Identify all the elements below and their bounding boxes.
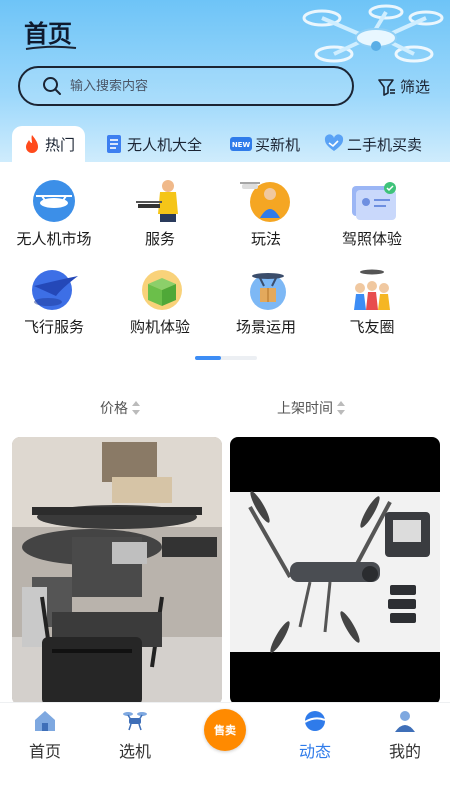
purchase-box-icon [142, 270, 182, 310]
profile-icon [395, 711, 415, 732]
sort-price-label: 价格 [100, 401, 128, 417]
tabbar-select-drone[interactable]: 选机 [100, 708, 170, 762]
category-label: 飞行服务 [23, 318, 84, 336]
category-purchase[interactable]: 购机体验 [110, 266, 210, 337]
fire-icon [26, 135, 38, 153]
tabbar-label: 动态 [298, 742, 331, 761]
service-worker-icon [136, 180, 178, 222]
page-title: 首页 [24, 20, 72, 48]
search-icon [43, 77, 61, 95]
sort-price-button[interactable]: 价格 [100, 398, 141, 418]
tabbar-label: 选机 [118, 742, 151, 761]
search-input[interactable] [70, 78, 320, 94]
tabbar-feed[interactable]: 动态 [280, 708, 350, 762]
tab-drone-encyclopedia[interactable]: 无人机大全 [104, 126, 202, 162]
listing-card[interactable] [12, 437, 222, 705]
sell-button[interactable]: 售卖 [204, 709, 246, 751]
category-play[interactable]: 玩法 [216, 178, 316, 249]
agricultural-drone-photo [12, 437, 222, 705]
tabbar-label: 首页 [28, 742, 61, 761]
license-card-icon [352, 182, 396, 220]
category-label: 场景运用 [235, 318, 296, 336]
svg-text:NEW: NEW [232, 141, 251, 149]
new-badge-icon: NEW [230, 137, 252, 151]
list-doc-icon [107, 135, 121, 153]
category-tabs: 热门 无人机大全 NEW 买新机 二手机买卖 [0, 126, 450, 162]
sort-listing-time-button[interactable]: 上架时间 [277, 398, 346, 418]
tabbar-profile[interactable]: 我的 [370, 708, 440, 762]
tab-second-hand[interactable]: 二手机买卖 [324, 126, 422, 162]
category-scenario[interactable]: 场景运用 [216, 266, 316, 337]
sort-arrows-icon [132, 401, 140, 415]
category-flight-service[interactable]: 飞行服务 [4, 266, 104, 337]
tab-label: 热门 [45, 135, 76, 154]
category-label: 驾照体验 [341, 230, 402, 248]
category-label: 分 [422, 316, 450, 337]
sort-arrows-icon [337, 401, 345, 415]
category-service[interactable]: 服务 [110, 178, 210, 249]
planet-icon [304, 711, 326, 731]
category-partial-next[interactable]: 分 [396, 316, 450, 337]
home-icon [35, 711, 55, 731]
quadcopter-photo [230, 437, 440, 705]
category-label: 服务 [144, 230, 175, 248]
tab-buy-new[interactable]: NEW 买新机 [230, 126, 300, 162]
filter-button[interactable]: 筛选 [378, 76, 430, 97]
flight-service-icon [32, 270, 78, 310]
tab-hot[interactable]: 热门 [12, 126, 86, 162]
page-indicator-active [195, 356, 221, 360]
category-label: 购机体验 [129, 318, 190, 336]
search-bar[interactable] [18, 66, 354, 106]
tab-label: 买新机 [255, 135, 301, 154]
friends-group-icon [354, 269, 390, 310]
sell-label: 售卖 [214, 724, 236, 737]
category-label: 无人机市场 [16, 230, 92, 248]
title-underline [25, 45, 77, 50]
filter-label: 筛选 [400, 78, 431, 96]
tabbar-label: 我的 [388, 742, 421, 761]
pilot-play-icon [240, 182, 290, 222]
filter-icon [378, 78, 395, 96]
category-license[interactable]: 驾照体验 [322, 178, 422, 249]
drone-decoration-icon [302, 4, 444, 63]
drone-market-icon [33, 180, 75, 222]
heart-hands-icon [324, 134, 344, 151]
tabbar-home[interactable]: 首页 [10, 708, 80, 762]
tab-label: 二手机买卖 [347, 135, 423, 154]
category-label: 玩法 [250, 230, 281, 248]
sort-time-label: 上架时间 [277, 401, 333, 417]
category-drone-market[interactable]: 无人机市场 [4, 178, 104, 249]
tab-label: 无人机大全 [127, 135, 203, 154]
delivery-drone-icon [250, 273, 286, 310]
listing-card[interactable] [230, 437, 440, 705]
drone-select-icon [123, 712, 147, 731]
